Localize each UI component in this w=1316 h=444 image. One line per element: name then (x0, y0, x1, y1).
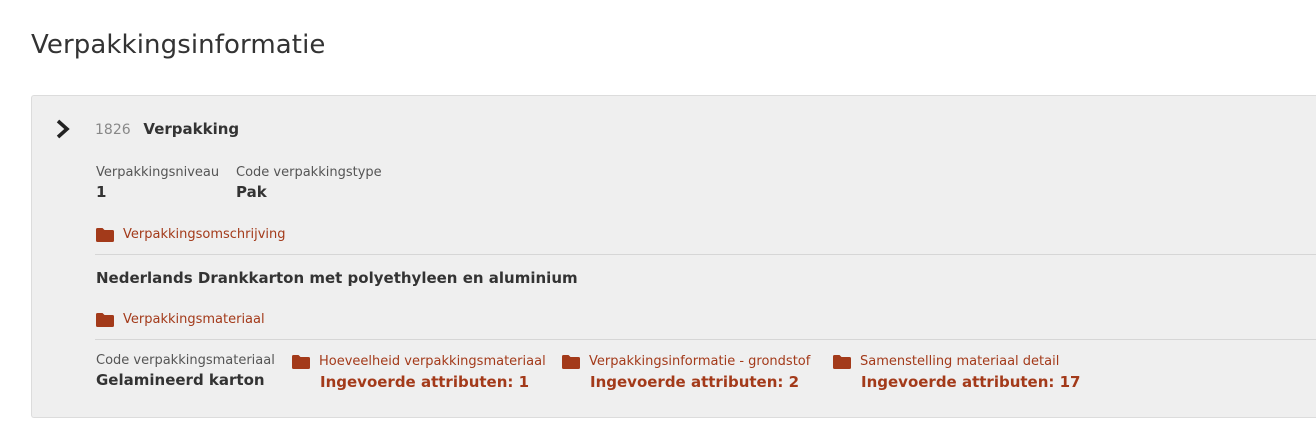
verpakkingsomschrijving-link[interactable]: Verpakkingsomschrijving (96, 227, 286, 242)
verpakkingsniveau-field: Verpakkingsniveau 1 (96, 164, 219, 203)
attribute-count-link[interactable]: Ingevoerde attributen: 2 (590, 373, 810, 391)
code-verpakkingstype-label: Code verpakkingstype (236, 165, 382, 180)
verpakkingsmateriaal-link[interactable]: Verpakkingsmateriaal (96, 312, 265, 327)
divider (95, 339, 1316, 340)
page-title: Verpakkingsinformatie (31, 30, 326, 60)
group-label: Samenstelling materiaal detail (860, 354, 1060, 369)
card-header: 1826 Verpakking (95, 120, 239, 138)
record-name: Verpakking (143, 120, 240, 138)
verpakkingsomschrijving-text: Nederlands Drankkarton met polyethyleen … (96, 269, 578, 287)
verpakkingsinformatie-grondstof-link[interactable]: Verpakkingsinformatie - grondstof (562, 354, 810, 369)
hoeveelheid-verpakkingsmateriaal-link[interactable]: Hoeveelheid verpakkingsmateriaal (292, 354, 546, 369)
code-verpakkingstype-value: Pak (236, 183, 267, 201)
samenstelling-materiaal-detail-group: Samenstelling materiaal detail Ingevoerd… (833, 354, 1081, 391)
folder-icon (562, 354, 580, 369)
folder-icon (96, 227, 114, 242)
group-label: Verpakkingsinformatie - grondstof (589, 354, 811, 369)
verpakking-card: 1826 Verpakking Verpakkingsniveau 1 Code… (31, 95, 1316, 418)
code-verpakkingsmateriaal-value: Gelamineerd karton (96, 371, 265, 389)
hoeveelheid-verpakkingsmateriaal-group: Hoeveelheid verpakkingsmateriaal Ingevoe… (292, 354, 546, 391)
attribute-count-link[interactable]: Ingevoerde attributen: 17 (861, 373, 1081, 391)
group-label: Hoeveelheid verpakkingsmateriaal (319, 354, 546, 369)
folder-icon (833, 354, 851, 369)
code-verpakkingstype-field: Code verpakkingstype Pak (236, 164, 382, 203)
folder-icon (96, 312, 114, 327)
code-verpakkingsmateriaal-field: Code verpakkingsmateriaal Gelamineerd ka… (96, 352, 275, 391)
folder-icon (292, 354, 310, 369)
verpakkingsomschrijving-label: Verpakkingsomschrijving (123, 227, 286, 242)
samenstelling-materiaal-detail-link[interactable]: Samenstelling materiaal detail (833, 354, 1081, 369)
verpakkingsmateriaal-label: Verpakkingsmateriaal (123, 312, 265, 327)
divider (95, 254, 1316, 255)
code-verpakkingsmateriaal-label: Code verpakkingsmateriaal (96, 353, 275, 368)
chevron-right-icon[interactable] (54, 118, 72, 140)
verpakkingsniveau-value: 1 (96, 183, 107, 201)
attribute-count-link[interactable]: Ingevoerde attributen: 1 (320, 373, 546, 391)
record-id: 1826 (95, 122, 131, 138)
verpakkingsniveau-label: Verpakkingsniveau (96, 165, 220, 180)
verpakkingsinformatie-grondstof-group: Verpakkingsinformatie - grondstof Ingevo… (562, 354, 810, 391)
